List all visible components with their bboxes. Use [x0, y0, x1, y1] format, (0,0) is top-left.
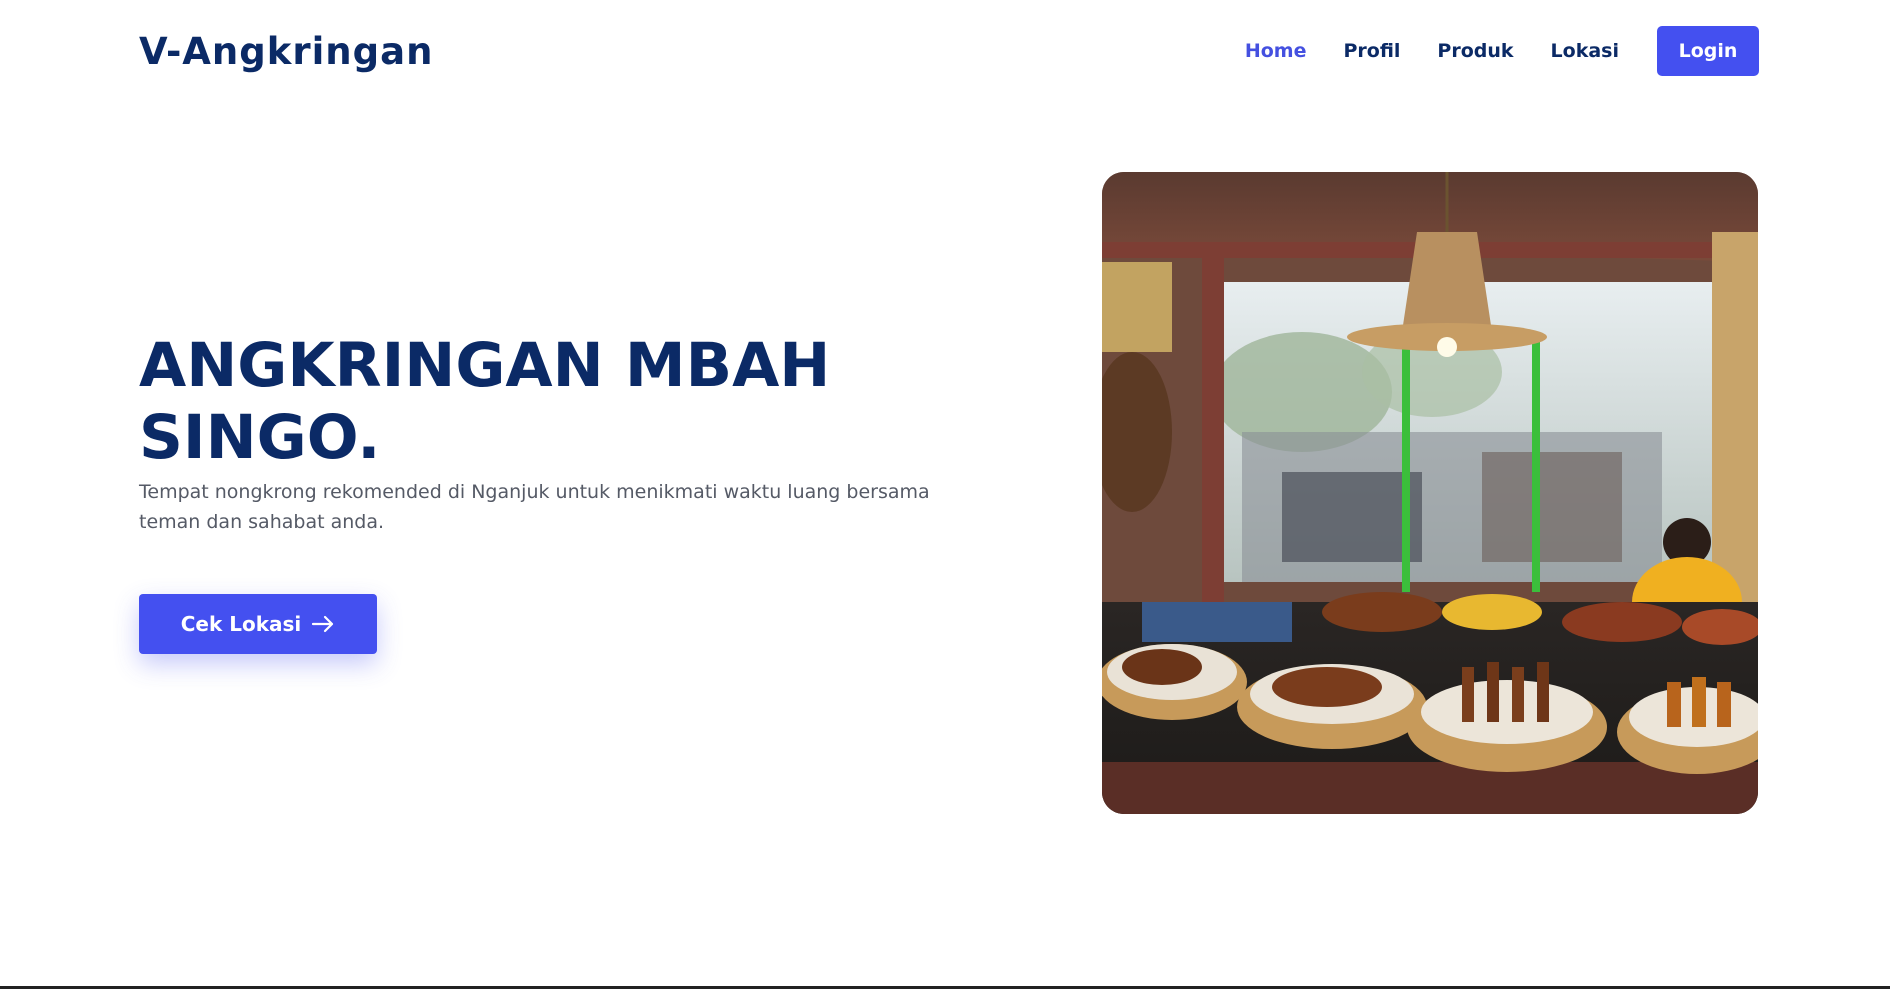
- navbar: V-Angkringan Home Profil Produk Lokasi L…: [0, 0, 1890, 102]
- nav-link-lokasi[interactable]: Lokasi: [1551, 40, 1619, 62]
- brand-logo[interactable]: V-Angkringan: [139, 30, 433, 73]
- nav-link-home[interactable]: Home: [1245, 40, 1307, 62]
- hero-title: ANGKRINGAN MBAH SINGO.: [139, 330, 831, 473]
- login-button[interactable]: Login: [1657, 26, 1759, 76]
- cek-lokasi-button[interactable]: Cek Lokasi: [139, 594, 377, 654]
- hero-text: ANGKRINGAN MBAH SINGO. Tempat nongkrong …: [139, 330, 939, 537]
- nav-link-produk[interactable]: Produk: [1437, 40, 1513, 62]
- hero-subtitle: Tempat nongkrong rekomended di Nganjuk u…: [139, 481, 930, 533]
- arrow-right-icon: [312, 615, 334, 633]
- nav-links: Home Profil Produk Lokasi Login: [1245, 26, 1759, 76]
- hero-photo-angkringan: [1102, 172, 1758, 814]
- nav-link-profil[interactable]: Profil: [1343, 40, 1400, 62]
- angkringan-stall-illustration: [1102, 172, 1758, 814]
- cek-lokasi-label: Cek Lokasi: [180, 612, 302, 636]
